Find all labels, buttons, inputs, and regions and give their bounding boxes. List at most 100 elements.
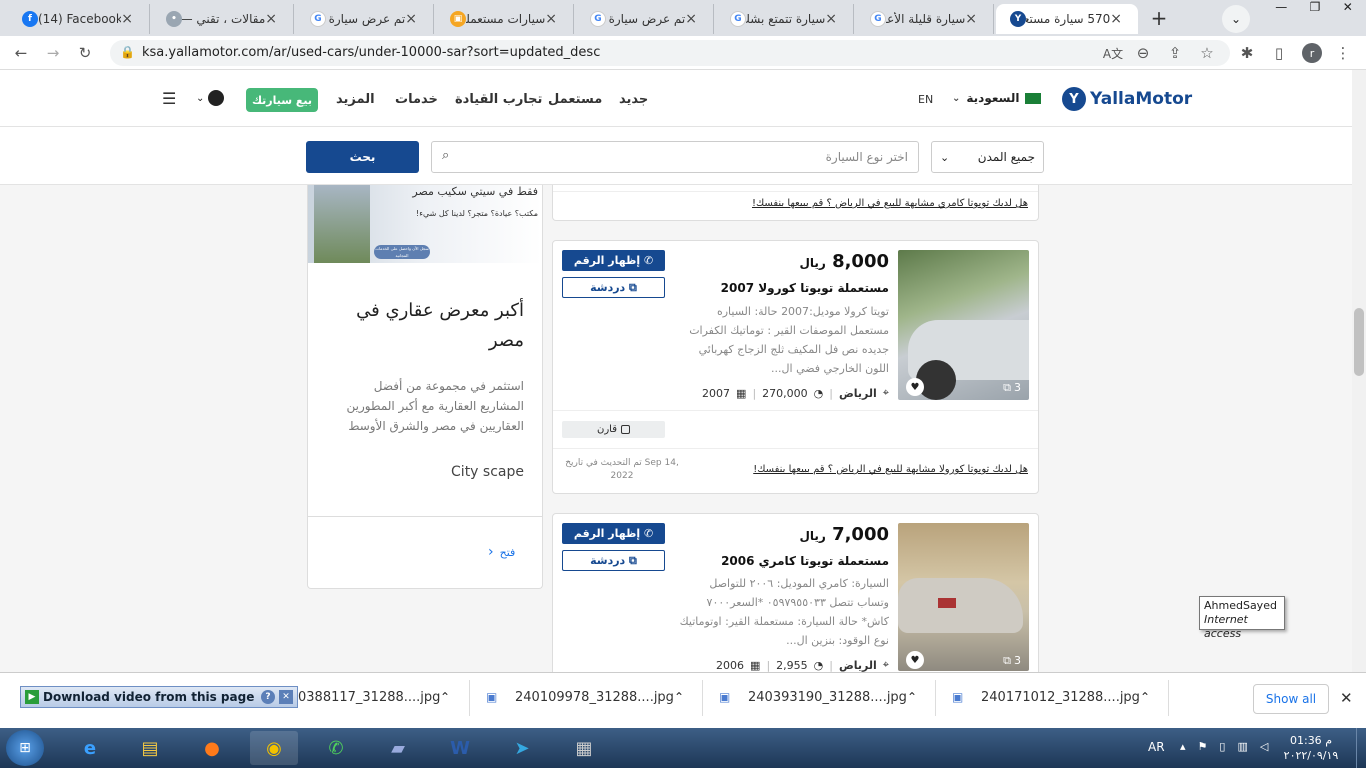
new-tab-button[interactable]: + xyxy=(1146,5,1172,31)
tab-facebook[interactable]: f (14) Facebook × xyxy=(8,4,150,34)
back-icon[interactable]: ← xyxy=(10,42,32,64)
internet-explorer-icon[interactable]: e xyxy=(66,731,114,765)
close-icon[interactable]: × xyxy=(545,11,557,27)
nav-test-drives[interactable]: تجارب القيادة xyxy=(455,92,542,107)
show-all-downloads-button[interactable]: Show all xyxy=(1253,684,1329,714)
chevron-down-icon: ⌄ xyxy=(952,92,961,104)
whatsapp-icon[interactable]: ✆ xyxy=(312,731,360,765)
clock[interactable]: 01:36 م ٢٠٢٢/٠٩/١٩ xyxy=(1276,733,1346,763)
chat-button[interactable]: دردشة ⧉ xyxy=(562,550,665,571)
url-text: ksa.yallamotor.com/ar/used-cars/under-10… xyxy=(142,45,601,60)
maximize-icon[interactable]: ❐ xyxy=(1310,0,1321,18)
help-icon[interactable]: ? xyxy=(261,690,275,704)
zoom-icon[interactable]: ⊖ xyxy=(1132,42,1154,64)
show-number-button[interactable]: إظهار الرقم ✆ xyxy=(562,523,665,544)
ad-banner[interactable]: فقط في سيتي سكيب مصر مكتب؟ عيادة؟ متجر؟ … xyxy=(308,185,542,263)
close-icon[interactable]: ✕ xyxy=(279,690,293,704)
nav-used[interactable]: مستعمل xyxy=(548,92,602,107)
firefox-icon[interactable]: ● xyxy=(188,731,236,765)
ad-open-link[interactable]: فتح ‹ xyxy=(488,544,515,560)
bookmark-star-icon[interactable]: ☆ xyxy=(1196,42,1218,64)
sell-similar-link[interactable]: هل لديك تويوتا كورولا مشابهة للبيع في ال… xyxy=(753,464,1028,475)
close-icon[interactable]: × xyxy=(825,11,837,27)
video-download-helper[interactable]: ▶ Download video from this page ? ✕ xyxy=(20,686,298,708)
network-icon[interactable]: ▥ xyxy=(1237,740,1247,753)
telegram-icon[interactable]: ➤ xyxy=(498,731,546,765)
download-item-name[interactable]: 240393190_31288....jpg xyxy=(748,690,907,705)
download-item-name[interactable]: 0388117_31288....jpg xyxy=(298,690,440,705)
car-photo[interactable]: ♥ ⧉ 3 xyxy=(898,250,1029,400)
site-logo[interactable]: Y YallaMotor xyxy=(1062,87,1192,111)
close-icon[interactable]: × xyxy=(1110,11,1122,27)
tab-search-button[interactable]: ⌄ xyxy=(1222,5,1250,33)
address-bar[interactable]: 🔒 ksa.yallamotor.com/ar/used-cars/under-… xyxy=(110,40,1230,66)
tab-google-4[interactable]: G سيارة قليلة الأعد • × xyxy=(856,4,994,34)
close-icon[interactable]: × xyxy=(965,11,977,27)
chrome-icon[interactable]: ◉ xyxy=(250,731,298,765)
calculator-icon[interactable]: ▦ xyxy=(560,731,608,765)
close-icon[interactable]: × xyxy=(121,11,133,27)
menu-dots-icon[interactable]: ⋮ xyxy=(1332,42,1354,64)
sell-car-button[interactable]: بيع سيارتك xyxy=(246,88,318,112)
input-language[interactable]: AR xyxy=(1148,740,1165,754)
tab-google-3[interactable]: G سيارة تتمتع بشك • × xyxy=(716,4,854,34)
show-number-button[interactable]: إظهار الرقم ✆ xyxy=(562,250,665,271)
page-scrollbar[interactable] xyxy=(1352,70,1366,672)
volume-icon[interactable]: ◁ xyxy=(1260,740,1268,753)
nav-more[interactable]: المزيد xyxy=(336,92,375,107)
tab-articles[interactable]: • مقالات ، تقني — × xyxy=(152,4,294,34)
file-explorer-icon[interactable]: ▤ xyxy=(126,731,174,765)
user-menu[interactable]: ⌄ xyxy=(196,90,225,106)
close-icon[interactable]: × xyxy=(685,11,697,27)
tab-yallamotor-active[interactable]: Y 570 سيارة مستعم × xyxy=(996,4,1138,34)
tray-arrow-icon[interactable]: ▴ xyxy=(1180,740,1186,753)
car-type-search[interactable]: اختر نوع السيارة ⌕ xyxy=(431,141,919,173)
language-toggle[interactable]: EN xyxy=(918,93,933,106)
sell-similar-link[interactable]: هل لديك تويوتا كامري مشابهة للبيع في الر… xyxy=(752,198,1028,209)
favorite-heart-icon[interactable]: ♥ xyxy=(906,378,924,396)
flag-icon[interactable]: ⚑ xyxy=(1198,740,1208,753)
tab-used-cars[interactable]: ▣ سيارات مستعملة أ × xyxy=(436,4,574,34)
chevron-up-icon[interactable]: ⌃ xyxy=(674,690,684,704)
download-item-name[interactable]: 240109978_31288....jpg xyxy=(515,690,674,705)
chevron-up-icon[interactable]: ⌃ xyxy=(440,690,450,704)
word-icon[interactable]: W xyxy=(436,731,484,765)
extensions-icon[interactable]: ✱ xyxy=(1236,42,1258,64)
chevron-up-icon[interactable]: ⌃ xyxy=(1140,690,1150,704)
tab-google-1[interactable]: G تم عرض سيارة • × xyxy=(296,4,434,34)
close-icon[interactable]: × xyxy=(265,11,277,27)
nav-services[interactable]: خدمات xyxy=(395,92,438,107)
close-download-bar-icon[interactable]: ✕ xyxy=(1340,689,1353,707)
hamburger-menu-icon[interactable]: ☰ xyxy=(162,89,176,108)
tab-google-2[interactable]: G تم عرض سيارة • × xyxy=(576,4,714,34)
window-close-icon[interactable]: ✕ xyxy=(1343,0,1353,18)
reload-icon[interactable]: ↻ xyxy=(74,42,96,64)
sidepanel-icon[interactable]: ▯ xyxy=(1268,42,1290,64)
ad-banner-button[interactable]: سجل الآن واحصل على الخدمات المجانية xyxy=(374,245,430,259)
share-icon[interactable]: ⇪ xyxy=(1164,42,1186,64)
minimize-icon[interactable]: — xyxy=(1275,0,1287,18)
scrollbar-thumb[interactable] xyxy=(1354,308,1364,376)
forward-icon[interactable]: → xyxy=(42,42,64,64)
nav-new[interactable]: جديد xyxy=(619,92,648,107)
battery-icon[interactable]: ▯ xyxy=(1219,740,1225,753)
car-photo[interactable]: ♥ ⧉ 3 xyxy=(898,523,1029,671)
notes-app-icon[interactable]: ▰ xyxy=(374,731,422,765)
show-desktop-button[interactable] xyxy=(1356,728,1366,768)
translate-icon[interactable]: A文 xyxy=(1102,42,1124,64)
checkbox-icon[interactable] xyxy=(621,425,630,434)
favorite-heart-icon[interactable]: ♥ xyxy=(906,651,924,669)
compare-toggle[interactable]: قارن xyxy=(562,421,665,438)
country-selector[interactable]: ⌄ السعودية xyxy=(952,91,1042,105)
listing-title[interactable]: مستعملة تويوتا كورولا 2007 xyxy=(689,281,889,295)
download-item-name[interactable]: 240171012_31288....jpg xyxy=(981,690,1140,705)
close-icon[interactable]: × xyxy=(405,11,417,27)
ad-open-label: فتح xyxy=(499,545,516,559)
search-button[interactable]: بحث xyxy=(306,141,419,173)
profile-avatar[interactable]: r xyxy=(1302,43,1322,63)
windows-start-icon[interactable]: ⊞ xyxy=(6,730,44,766)
listing-title[interactable]: مستعملة تويوتا كامري 2006 xyxy=(689,554,889,568)
chat-button[interactable]: دردشة ⧉ xyxy=(562,277,665,298)
chevron-up-icon[interactable]: ⌃ xyxy=(907,690,917,704)
city-select[interactable]: جميع المدن ⌄ xyxy=(931,141,1044,173)
